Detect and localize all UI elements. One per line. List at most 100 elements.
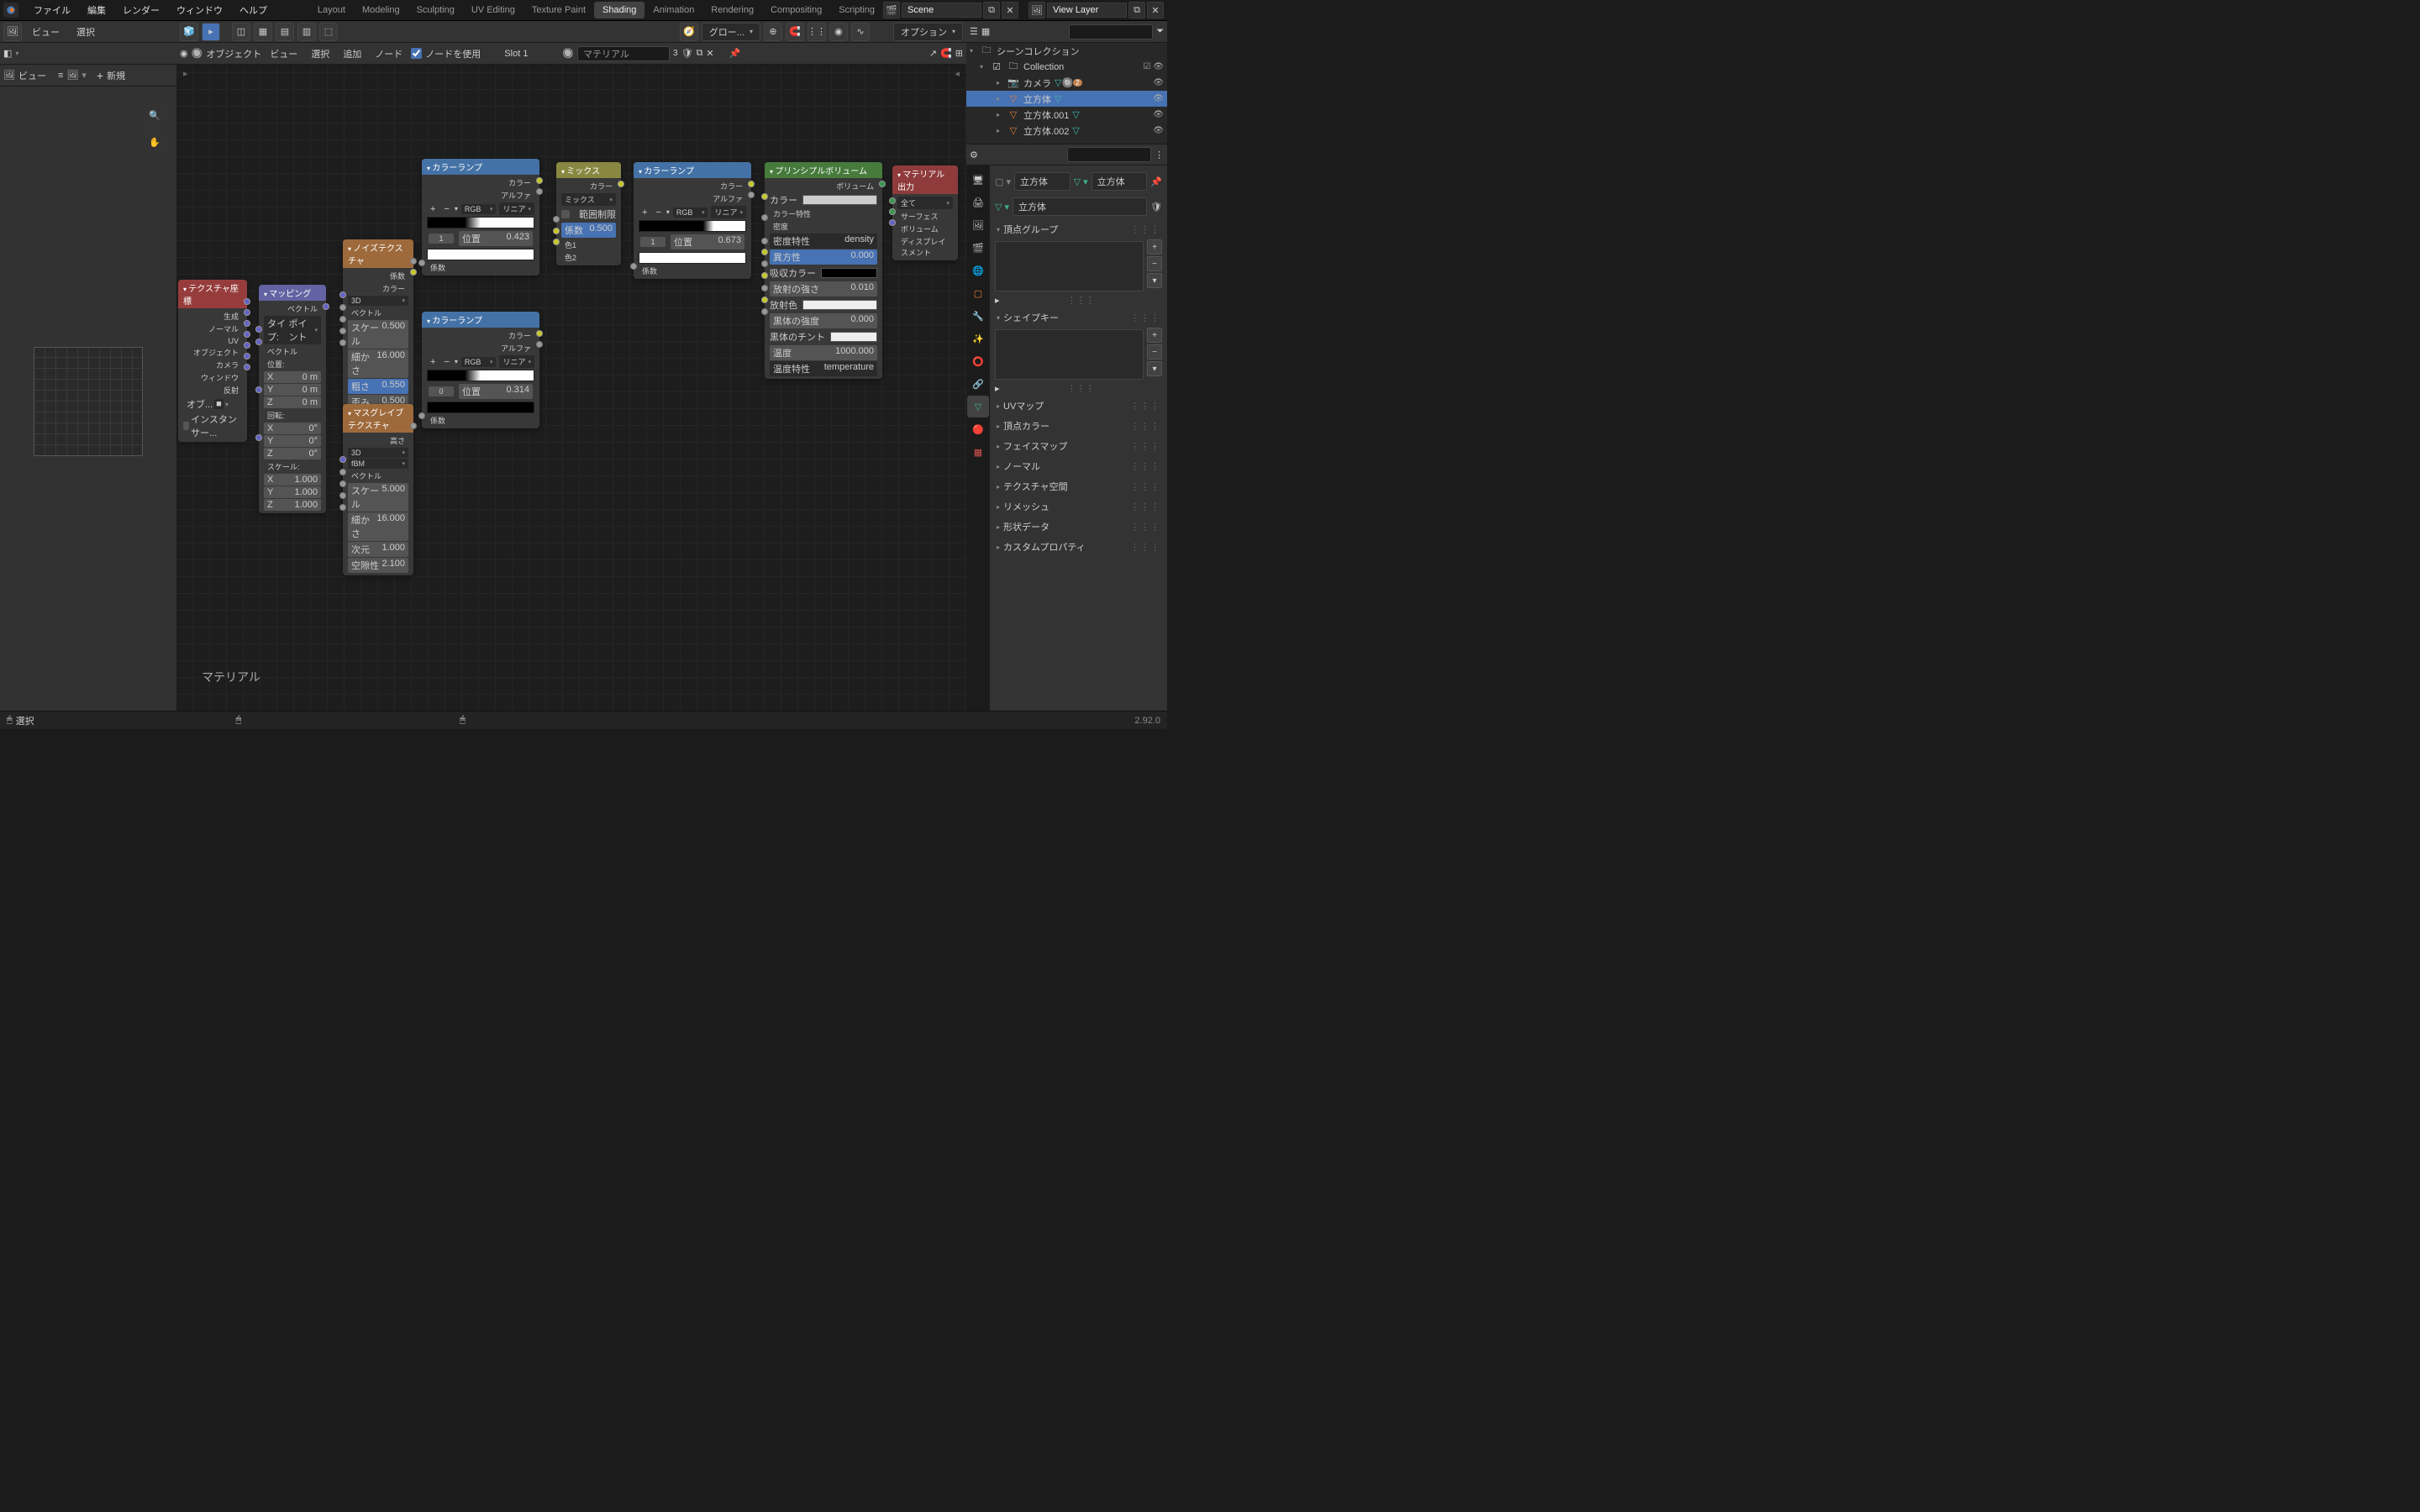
socket-alpha[interactable]: アルファ — [425, 342, 536, 354]
vertex-groups-list[interactable] — [995, 241, 1144, 291]
shape-keys-list[interactable] — [995, 329, 1144, 380]
image-browse-icon[interactable]: 🖼 — [66, 70, 78, 81]
orientation-icon[interactable]: 🧭 — [680, 23, 698, 41]
sk-remove-icon[interactable]: − — [1147, 344, 1162, 360]
node-colorramp-2[interactable]: カラーランプ カラー アルファ +−▾ RGB リニア 0 位置0.314 係数 — [422, 312, 539, 428]
outliner-editor-icon[interactable]: ☰ — [970, 26, 978, 37]
noise-roughness[interactable]: 粗さ0.550 — [348, 379, 408, 394]
options-dropdown[interactable]: オプション — [893, 23, 963, 41]
pin-icon[interactable]: 📌 — [1150, 176, 1162, 187]
section-shape-keys[interactable]: シェイプキー⋮⋮⋮ — [995, 307, 1162, 328]
section-texture-space[interactable]: テクスチャ空間⋮⋮⋮ — [995, 476, 1162, 496]
scene-delete-icon[interactable]: ✕ — [1002, 2, 1018, 18]
socket-color[interactable]: カラー — [425, 329, 536, 342]
section-vertex-groups[interactable]: 頂点グループ⋮⋮⋮ — [995, 219, 1162, 239]
node-editor-type-icon[interactable]: ◉ — [180, 48, 188, 59]
colorramp-color[interactable] — [639, 252, 746, 264]
proportional-icon[interactable]: ◉ — [829, 23, 848, 41]
temperature-attr[interactable]: 温度特性temperature — [770, 361, 877, 376]
outliner-item-cube[interactable]: ▸▽立方体 ▽ 👁 — [966, 91, 1167, 107]
image-new-icon[interactable]: + — [97, 69, 103, 82]
tab-world-icon[interactable]: 🌐 — [967, 260, 989, 281]
snap-increment-icon[interactable]: ⋮⋮ — [808, 23, 826, 41]
outliner-item-cube-002[interactable]: ▸▽立方体.002 ▽ 👁 — [966, 123, 1167, 139]
tab-particle-icon[interactable]: ✨ — [967, 328, 989, 349]
socket-alpha[interactable]: アルファ — [637, 192, 748, 205]
tab-sculpting[interactable]: Sculpting — [408, 2, 463, 18]
menu-render[interactable]: レンダー — [114, 0, 168, 20]
scale-y[interactable]: Y1.000 — [264, 486, 321, 498]
rot-z[interactable]: Z0° — [264, 448, 321, 459]
tab-output-icon[interactable]: 🖨 — [967, 192, 989, 213]
outliner-display-icon[interactable]: ▦ — [981, 26, 990, 37]
socket-height[interactable]: 高さ — [346, 434, 410, 447]
tab-material-icon[interactable]: 🔴 — [967, 418, 989, 440]
material-browse-icon[interactable]: 🔘 — [562, 48, 574, 59]
socket-generated[interactable]: 生成 — [182, 310, 244, 323]
socket-uv[interactable]: UV — [182, 335, 244, 346]
node-header[interactable]: マッピング — [259, 285, 326, 301]
orientation-dropdown[interactable]: グロー... — [702, 23, 760, 41]
node-principled-volume[interactable]: プリンシプルボリューム ボリューム カラー カラー特性 密度 密度特性densi… — [765, 162, 882, 379]
uv-viewport[interactable]: 🔍 ✋ — [0, 87, 176, 711]
vg-add-icon[interactable]: + — [1147, 239, 1162, 255]
socket-fac[interactable]: 係数 — [425, 261, 536, 274]
section-vertex-colors[interactable]: 頂点カラー⋮⋮⋮ — [995, 416, 1162, 436]
mesh-name-input[interactable]: 立方体 — [1092, 172, 1148, 191]
section-geometry-data[interactable]: 形状データ⋮⋮⋮ — [995, 517, 1162, 537]
image-new-label[interactable]: 新規 — [107, 69, 125, 82]
socket-window[interactable]: ウィンドウ — [182, 371, 244, 384]
image-view-menu[interactable]: ビュー — [18, 69, 46, 82]
node-node-menu[interactable]: ノード — [370, 47, 408, 60]
node-view-menu[interactable]: ビュー — [265, 47, 302, 60]
noise-detail[interactable]: 細かさ16.000 — [348, 349, 408, 378]
tab-modifier-icon[interactable]: 🔧 — [967, 305, 989, 327]
node-add-menu[interactable]: 追加 — [338, 47, 366, 60]
fake-user-icon[interactable]: 🛡 — [681, 48, 693, 59]
node-musgrave-texture[interactable]: マスグレイブテクスチャ 高さ 3D fBM ベクトル スケール5.000 細かさ… — [343, 404, 413, 575]
mix-fac[interactable]: 係数0.500 — [561, 223, 616, 238]
animate-icon[interactable]: ▸ — [995, 383, 1000, 394]
tab-compositing[interactable]: Compositing — [762, 2, 830, 18]
properties-search[interactable] — [1067, 147, 1151, 162]
tab-mesh-data-icon[interactable]: ▽ — [967, 396, 989, 417]
node-header[interactable]: プリンシプルボリューム — [765, 162, 882, 178]
viewlayer-icon[interactable]: 🖼 — [1028, 2, 1045, 18]
collection-row[interactable]: ▾☑🗀Collection ☑ 👁 — [966, 59, 1167, 75]
tab-texturepaint[interactable]: Texture Paint — [523, 2, 594, 18]
socket-color2[interactable]: 色2 — [560, 251, 618, 264]
menu-file[interactable]: ファイル — [25, 0, 79, 20]
node-header[interactable]: マテリアル出力 — [892, 165, 958, 194]
snap-magnet-icon[interactable]: 🧲 — [786, 23, 804, 41]
mesh-data-input[interactable]: 立方体 — [1013, 197, 1147, 216]
material-users-count[interactable]: 3 — [673, 49, 678, 58]
socket-color1[interactable]: 色1 — [560, 239, 618, 251]
tab-layout[interactable]: Layout — [309, 2, 354, 18]
sk-menu-icon[interactable]: ▾ — [1147, 361, 1162, 376]
scale-z[interactable]: Z1.000 — [264, 499, 321, 511]
pivot-icon[interactable]: ⊕ — [764, 23, 782, 41]
object-name-input[interactable]: 立方体 — [1014, 172, 1071, 191]
animate-icon[interactable]: ▸ — [995, 295, 1000, 306]
node-editor-viewport[interactable]: ▸ ◂ テクスチャ座標 生成 ノーマル UV オブジェクト カメラ ウィンドウ … — [176, 65, 966, 711]
loc-z[interactable]: Z0 m — [264, 396, 321, 408]
scene-new-icon[interactable]: ⧉ — [983, 2, 1000, 18]
tab-viewlayer-icon[interactable]: 🖼 — [967, 214, 989, 236]
musgrave-type[interactable]: fBM — [348, 459, 408, 469]
socket-color[interactable]: カラー — [425, 176, 536, 189]
node-header[interactable]: テクスチャ座標 — [178, 280, 247, 308]
node-colorramp-3[interactable]: カラーランプ カラー アルファ +−▾ RGB リニア 1 位置0.673 係数 — [634, 162, 751, 279]
shield-icon[interactable]: 🛡 — [1150, 202, 1162, 213]
menu-window[interactable]: ウィンドウ — [168, 0, 231, 20]
outliner[interactable]: ▾🗀シーンコレクション ▾☑🗀Collection ☑ 👁 ▸📷カメラ ▽🔘2 … — [966, 43, 1167, 144]
node-snap-icon[interactable]: 🧲 — [940, 48, 952, 59]
section-normals[interactable]: ノーマル⋮⋮⋮ — [995, 456, 1162, 476]
socket-vector-out[interactable]: ベクトル — [262, 302, 323, 315]
socket-volume-out[interactable]: ボリューム — [768, 180, 879, 192]
tab-shading[interactable]: Shading — [594, 2, 644, 18]
select-mode-3-icon[interactable]: ▥ — [297, 23, 316, 41]
section-custom-props[interactable]: カスタムプロパティ⋮⋮⋮ — [995, 537, 1162, 557]
colorramp-color[interactable] — [427, 402, 534, 413]
socket-fac[interactable]: 係数 — [425, 414, 536, 427]
menu-help[interactable]: ヘルプ — [231, 0, 276, 20]
